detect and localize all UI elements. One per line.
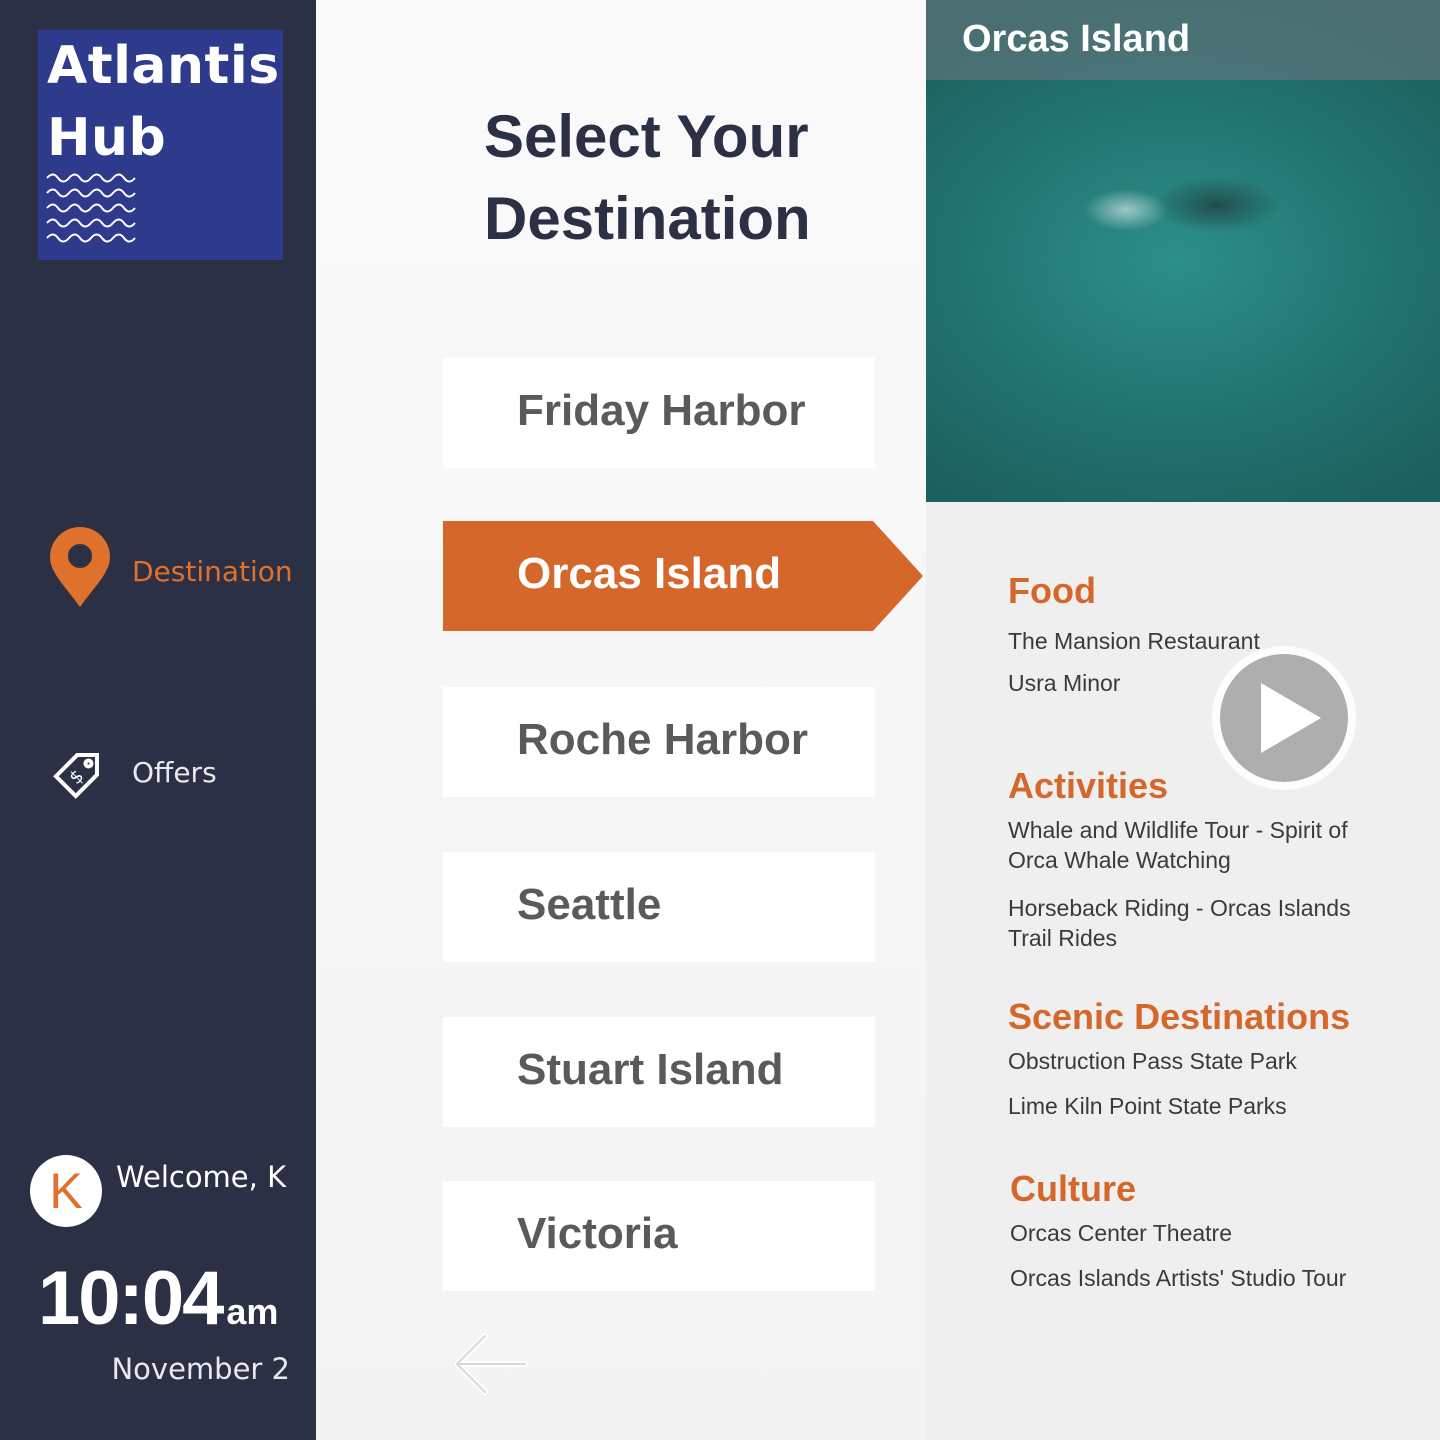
destination-label: Stuart Island [517, 1045, 784, 1094]
nav-label-destination: Destination [132, 555, 293, 588]
waves-icon [46, 173, 136, 243]
list-item[interactable]: Orcas Center Theatre [1010, 1218, 1370, 1248]
list-item[interactable]: Orcas Islands Artists' Studio Tour [1010, 1263, 1430, 1293]
destination-label: Victoria [517, 1209, 678, 1258]
sidebar: Atlantis Hub Destination $ Offers K Welc… [0, 0, 316, 1440]
clock-ampm: am [226, 1291, 279, 1332]
date-text: November 2 [111, 1352, 290, 1386]
destination-label: Orcas Island [517, 549, 782, 598]
section-title-culture: Culture [1010, 1168, 1136, 1209]
list-item[interactable]: Whale and Wildlife Tour - Spirit of Orca… [1008, 815, 1368, 875]
clock: 10:04 am [38, 1255, 278, 1342]
clock-time: 10:04 [38, 1256, 224, 1341]
destination-list-panel: Select Your Destination Friday Harbor Or… [316, 0, 926, 1440]
avatar[interactable]: K [30, 1155, 102, 1227]
destination-button-victoria[interactable]: Victoria [443, 1181, 875, 1291]
photo-title: Orcas Island [962, 18, 1191, 60]
destination-button-roche-harbor[interactable]: Roche Harbor [443, 687, 875, 797]
destination-photo: Orcas Island [926, 0, 1440, 502]
page-title-line2: Destination [484, 185, 811, 252]
list-item[interactable]: Horseback Riding - Orcas Islands Trail R… [1008, 893, 1368, 953]
destination-label: Friday Harbor [517, 386, 806, 435]
destination-button-friday-harbor[interactable]: Friday Harbor [443, 358, 875, 468]
logo-title-line2: Hub [47, 108, 167, 168]
destination-detail-panel: Orcas Island Food The Mansion Restaurant… [926, 0, 1440, 1440]
destination-button-seattle[interactable]: Seattle [443, 852, 875, 962]
app-logo[interactable]: Atlantis Hub [38, 30, 283, 260]
destination-label: Roche Harbor [517, 715, 808, 764]
section-title-activities: Activities [1008, 765, 1169, 806]
price-tag-icon: $ [53, 753, 99, 799]
arrow-left-icon[interactable] [451, 1328, 531, 1400]
section-title-scenic-destinations: Scenic Destinations [1008, 996, 1351, 1037]
nav-item-offers[interactable]: $ Offers [44, 728, 304, 818]
list-item[interactable]: Lime Kiln Point State Parks [1008, 1091, 1368, 1121]
destination-label: Seattle [517, 880, 662, 929]
page-title: Select Your Destination [484, 96, 904, 260]
destination-button-orcas-island[interactable]: Orcas Island [443, 521, 923, 631]
location-pin-icon [50, 527, 110, 607]
page-title-line1: Select Your [484, 103, 809, 170]
list-item[interactable]: Obstruction Pass State Park [1008, 1046, 1368, 1076]
nav-label-offers: Offers [132, 756, 217, 789]
logo-title-line1: Atlantis [47, 36, 280, 96]
destination-button-stuart-island[interactable]: Stuart Island [443, 1017, 875, 1127]
nav-item-destination[interactable]: Destination [44, 525, 304, 615]
section-title-food: Food [1008, 570, 1096, 611]
welcome-text: Welcome, K [116, 1160, 287, 1194]
play-icon[interactable] [1209, 643, 1359, 793]
